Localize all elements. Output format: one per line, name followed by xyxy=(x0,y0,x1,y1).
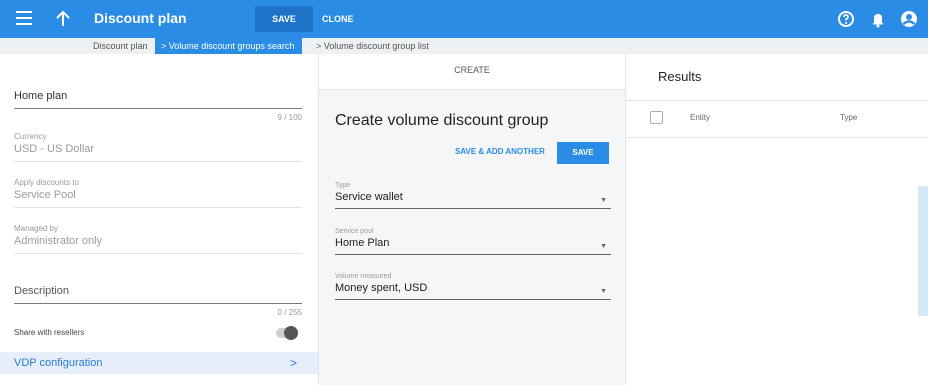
name-field[interactable]: Home plan 9 / 100 xyxy=(14,88,302,122)
clone-button[interactable]: CLONE xyxy=(322,6,354,32)
name-underline xyxy=(14,108,302,109)
type-underline xyxy=(335,208,611,209)
discount-plan-form: Home plan 9 / 100 Currency USD - US Doll… xyxy=(0,54,318,385)
create-header: CREATE xyxy=(319,54,625,90)
currency-value: USD - US Dollar xyxy=(14,143,95,155)
create-title: Create volume discount group xyxy=(335,112,549,129)
arrow-up-icon[interactable] xyxy=(52,8,74,30)
currency-label: Currency xyxy=(14,132,47,141)
breadcrumb-volume-discount-groups-search[interactable]: > Volume discount groups search xyxy=(155,38,303,54)
save-button[interactable]: SAVE xyxy=(557,142,609,164)
apply-discounts-value: Service Pool xyxy=(14,189,76,201)
chevron-right-icon: > xyxy=(290,356,298,370)
apply-discounts-field: Apply discounts to Service Pool xyxy=(14,178,302,208)
toggle-knob xyxy=(284,326,298,340)
account-icon[interactable] xyxy=(899,9,919,29)
results-panel: Results Entity Type xyxy=(626,54,928,385)
bell-icon[interactable] xyxy=(868,9,888,29)
save-and-add-another-button[interactable]: SAVE & ADD ANOTHER xyxy=(455,147,545,156)
name-counter: 9 / 100 xyxy=(277,113,302,122)
breadcrumb: Discount plan > Volume discount groups s… xyxy=(0,38,928,54)
service-pool-label: Service pool xyxy=(335,228,374,235)
dropdown-arrow-icon: ▼ xyxy=(600,288,607,295)
results-table-header: Entity Type xyxy=(626,100,928,138)
share-with-resellers-toggle[interactable] xyxy=(276,326,298,340)
service-pool-value: Home Plan xyxy=(335,237,390,249)
currency-underline xyxy=(14,161,302,162)
breadcrumb-discount-plan[interactable]: Discount plan xyxy=(93,38,148,54)
vdp-configuration-link[interactable]: VDP configuration > xyxy=(0,352,318,374)
description-placeholder: Description xyxy=(14,285,70,297)
name-value: Home plan xyxy=(14,90,68,102)
create-panel: CREATE Create volume discount group SAVE… xyxy=(318,54,626,385)
page-title: Discount plan xyxy=(94,10,187,26)
results-title: Results xyxy=(658,69,702,84)
dropdown-arrow-icon: ▼ xyxy=(600,243,607,250)
dropdown-arrow-icon: ▼ xyxy=(600,197,607,204)
vdp-configuration-label: VDP configuration xyxy=(14,357,103,369)
breadcrumb-list-label: Volume discount group list xyxy=(323,41,429,51)
top-bar: Discount plan SAVE CLONE xyxy=(0,0,928,38)
service-pool-underline xyxy=(335,254,611,255)
volume-measured-underline xyxy=(335,299,611,300)
breadcrumb-separator: > xyxy=(161,41,167,51)
managed-by-field: Managed by Administrator only xyxy=(14,224,302,254)
currency-field: Currency USD - US Dollar xyxy=(14,132,302,162)
select-all-checkbox[interactable] xyxy=(650,111,663,124)
share-with-resellers-label: Share with resellers xyxy=(14,328,85,337)
apply-discounts-label: Apply discounts to xyxy=(14,178,79,187)
description-counter: 0 / 255 xyxy=(277,308,302,317)
type-value: Service wallet xyxy=(335,191,403,203)
help-icon[interactable] xyxy=(836,9,856,29)
description-field[interactable]: Description 0 / 255 xyxy=(14,283,302,317)
type-select[interactable]: Type Service wallet ▼ xyxy=(335,182,611,209)
volume-measured-value: Money spent, USD xyxy=(335,282,428,294)
column-type[interactable]: Type xyxy=(840,113,857,122)
breadcrumb-separator: > xyxy=(316,41,322,51)
managed-by-value: Administrator only xyxy=(14,235,103,247)
service-pool-select[interactable]: Service pool Home Plan ▼ xyxy=(335,228,611,255)
column-entity[interactable]: Entity xyxy=(690,113,710,122)
breadcrumb-active-label: Volume discount groups search xyxy=(168,41,295,51)
apply-discounts-underline xyxy=(14,207,302,208)
managed-by-underline xyxy=(14,253,302,254)
volume-measured-label: Volume measured xyxy=(335,273,392,280)
side-expand-tab[interactable] xyxy=(918,186,928,316)
breadcrumb-volume-discount-group-list[interactable]: > Volume discount group list xyxy=(316,38,429,54)
save-button[interactable]: SAVE xyxy=(255,6,313,32)
type-label: Type xyxy=(335,182,351,189)
description-underline xyxy=(14,303,302,304)
managed-by-label: Managed by xyxy=(14,224,59,233)
volume-measured-select[interactable]: Volume measured Money spent, USD ▼ xyxy=(335,273,611,300)
menu-icon[interactable] xyxy=(16,11,32,27)
